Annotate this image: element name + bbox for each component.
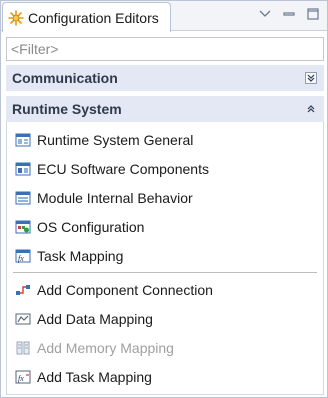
view-tab-bar: Configuration Editors	[1, 1, 327, 32]
view-title: Configuration Editors	[28, 9, 159, 26]
filter-input[interactable]	[7, 38, 323, 60]
runtime-system-content: Runtime System General ECU Software Comp…	[6, 122, 324, 395]
internal-behavior-icon	[14, 189, 32, 207]
section-title: Communication	[12, 70, 118, 86]
view-menu-icon[interactable]	[257, 6, 273, 22]
action-add-component-connection[interactable]: Add Component Connection	[7, 275, 323, 304]
add-memory-mapping-icon	[14, 339, 32, 357]
editor-label: OS Configuration	[37, 218, 145, 235]
editor-link-runtime-system-general[interactable]: Runtime System General	[7, 125, 323, 154]
section-communication: Communication	[6, 65, 324, 91]
action-label: Add Component Connection	[37, 281, 213, 298]
action-add-data-mapping[interactable]: Add Data Mapping	[7, 304, 323, 333]
section-header-communication[interactable]: Communication	[6, 65, 324, 91]
editor-link-ecu-software-components[interactable]: ECU Software Components	[7, 154, 323, 183]
svg-text:fx: fx	[18, 254, 24, 263]
add-task-mapping-icon: fx	[14, 368, 32, 386]
expand-down-icon[interactable]	[304, 71, 318, 85]
editor-label: ECU Software Components	[37, 160, 209, 177]
svg-text:fx: fx	[18, 374, 24, 383]
separator	[13, 272, 317, 273]
filter-field[interactable]	[6, 37, 324, 61]
add-connection-icon	[14, 281, 32, 299]
editor-link-os-configuration[interactable]: OS Configuration	[7, 212, 323, 241]
action-label: Add Memory Mapping	[37, 339, 174, 356]
action-label: Add Data Mapping	[37, 310, 153, 327]
editor-label: Module Internal Behavior	[37, 189, 193, 206]
minimize-icon[interactable]	[281, 6, 297, 22]
editor-label: Task Mapping	[37, 247, 124, 264]
action-label: Add Task Mapping	[37, 368, 152, 385]
action-add-memory-mapping: Add Memory Mapping	[7, 333, 323, 362]
view-toolbar	[257, 6, 321, 22]
configuration-star-icon	[7, 9, 25, 27]
view-tab[interactable]: Configuration Editors	[2, 2, 171, 32]
configuration-editors-view: Configuration Editors Communication	[0, 0, 328, 398]
os-configuration-icon	[14, 218, 32, 236]
action-add-task-mapping[interactable]: fx Add Task Mapping	[7, 362, 323, 391]
editor-label: Runtime System General	[37, 131, 194, 148]
maximize-icon[interactable]	[305, 6, 321, 22]
section-header-runtime-system[interactable]: Runtime System	[6, 96, 324, 122]
add-data-mapping-icon	[14, 310, 32, 328]
collapse-up-icon[interactable]	[304, 102, 318, 116]
ecu-components-icon	[14, 160, 32, 178]
section-runtime-system: Runtime System Runtime System General EC…	[6, 96, 324, 395]
section-title: Runtime System	[12, 101, 122, 117]
task-mapping-icon: fx	[14, 247, 32, 265]
editor-link-module-internal-behavior[interactable]: Module Internal Behavior	[7, 183, 323, 212]
editor-link-task-mapping[interactable]: fx Task Mapping	[7, 241, 323, 270]
runtime-general-icon	[14, 131, 32, 149]
